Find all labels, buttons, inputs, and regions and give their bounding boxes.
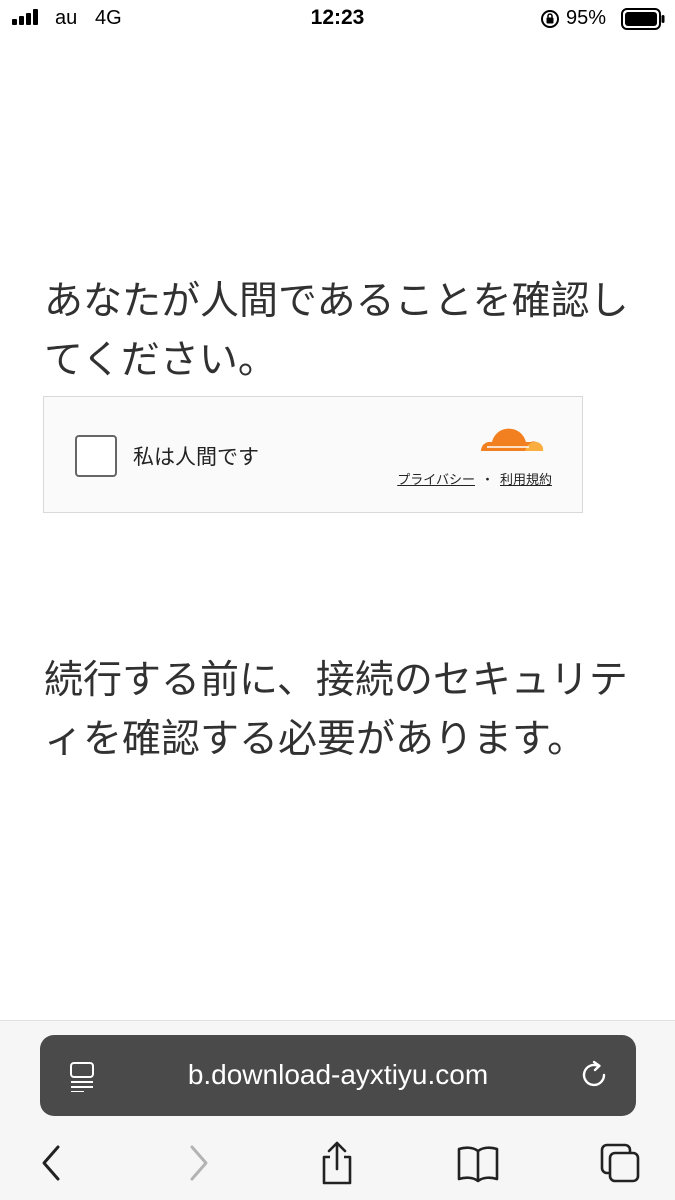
bookmarks-icon[interactable] (456, 1141, 500, 1185)
page-heading: あなたが人間であることを確認してください。 (44, 279, 629, 383)
link-separator: ・ (480, 473, 494, 488)
human-checkbox[interactable] (75, 435, 117, 477)
url-text: b.download-ayxtiyu.com (187, 1059, 489, 1090)
address-bar[interactable]: b.download-ayxtiyu.com (40, 1035, 636, 1116)
rotation-lock-icon (541, 10, 559, 28)
browser-toolbar: b.download-ayxtiyu.com (0, 1020, 675, 1200)
widget-links: プライバシー・利用規約 (397, 469, 552, 488)
cloudflare-logo (481, 428, 544, 451)
checkbox-label: 私は人間です (133, 445, 259, 469)
security-message: 続行する前に、接続のセキュリティを確認する必要があります。 (44, 658, 628, 762)
back-icon[interactable] (30, 1141, 74, 1185)
battery-icon (621, 8, 665, 30)
status-bar: au 4G 12:23 95% (0, 0, 675, 38)
forward-icon[interactable] (176, 1141, 220, 1185)
tabs-icon[interactable] (598, 1141, 642, 1185)
page: au 4G 12:23 95% あなたが人間であることを確認してください。 私は… (0, 0, 675, 1200)
reload-icon[interactable] (578, 1059, 610, 1091)
verification-widget: 私は人間です プライバシー・利用規約 (43, 396, 583, 513)
battery-percent: 95% (566, 7, 607, 29)
privacy-link[interactable]: プライバシー (397, 473, 475, 488)
terms-link[interactable]: 利用規約 (500, 473, 552, 488)
share-icon[interactable] (315, 1141, 359, 1185)
